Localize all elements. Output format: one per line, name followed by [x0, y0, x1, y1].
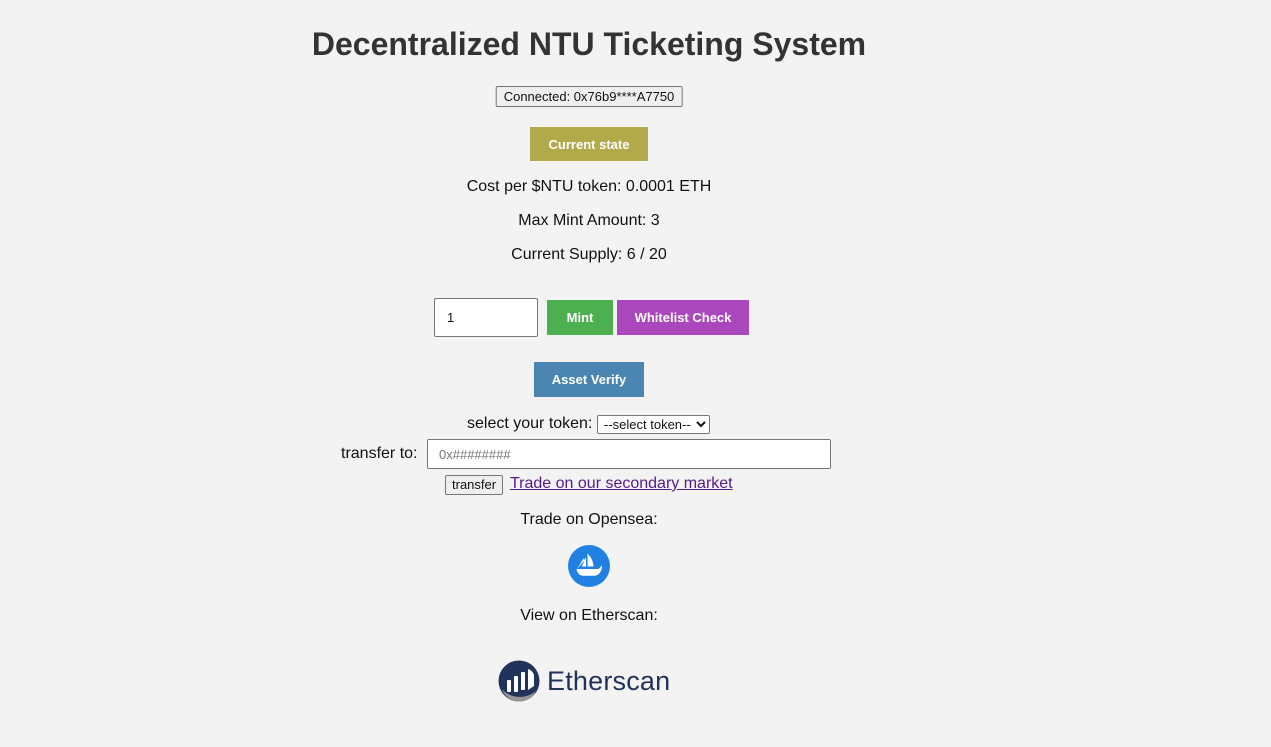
page-title: Decentralized NTU Ticketing System	[311, 26, 867, 62]
current-state-button[interactable]: Current state	[530, 127, 648, 161]
transfer-to-label: transfer to:	[341, 445, 418, 462]
current-supply-text: Current Supply: 6 / 20	[511, 246, 667, 263]
whitelist-check-button[interactable]: Whitelist Check	[617, 300, 749, 335]
opensea-logo-icon[interactable]	[568, 545, 610, 587]
etherscan-logo[interactable]: Etherscan	[498, 658, 682, 704]
etherscan-wordmark: Etherscan	[547, 665, 671, 696]
transfer-button[interactable]: transfer	[445, 475, 504, 495]
token-select[interactable]: --select token--	[597, 415, 710, 434]
etherscan-chart-icon	[498, 660, 540, 702]
secondary-market-link[interactable]: Trade on our secondary market	[510, 474, 733, 494]
max-mint-amount-text: Max Mint Amount: 3	[518, 212, 660, 229]
select-token-label: select your token:	[467, 415, 593, 432]
asset-verify-button[interactable]: Asset Verify	[534, 362, 644, 397]
mint-button[interactable]: Mint	[547, 300, 613, 335]
etherscan-label: View on Etherscan:	[520, 607, 658, 624]
cost-per-token-text: Cost per $NTU token: 0.0001 ETH	[466, 178, 712, 195]
wallet-connected-button[interactable]: Connected: 0x76b9****A7750	[495, 86, 683, 107]
mint-quantity-input[interactable]	[434, 298, 538, 337]
opensea-label: Trade on Opensea:	[520, 511, 658, 528]
transfer-address-input[interactable]	[427, 439, 831, 469]
